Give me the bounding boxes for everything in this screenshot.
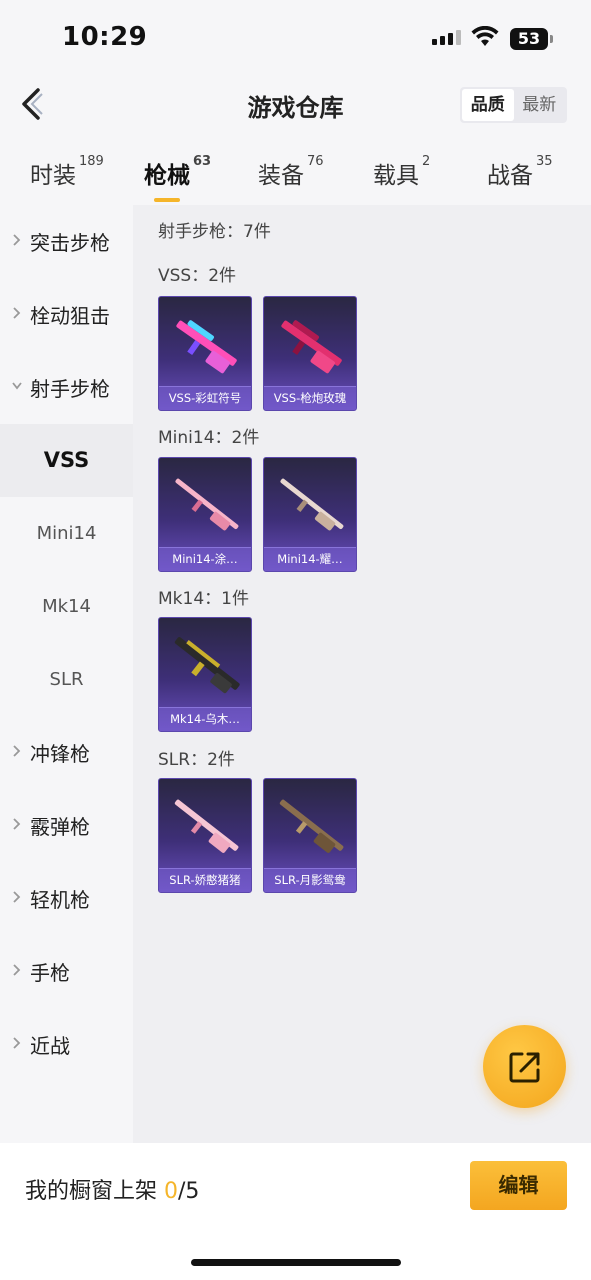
chevron-right-icon (13, 891, 21, 903)
sidebar-item-bolt-sniper[interactable]: 栓动狙击 (0, 278, 133, 351)
edit-button[interactable]: 编辑 (470, 1161, 567, 1210)
status-time: 10:29 (62, 22, 148, 52)
skin-card-mini14-1[interactable]: Mini14-涂… (158, 457, 252, 572)
sort-latest-button[interactable]: 最新 (514, 89, 566, 121)
showcase-bar: 我的橱窗上架 0/5 编辑 (0, 1143, 591, 1280)
category-title: 射手步枪：7件 (158, 222, 271, 242)
sidebar-sub-vss[interactable]: VSS (0, 424, 133, 497)
skin-card-mini14-2[interactable]: Mini14-耀… (263, 457, 357, 572)
chevron-right-icon (13, 818, 21, 830)
rifle-skin-image (175, 478, 239, 531)
status-bar: 10:29 53 (0, 0, 591, 76)
tab-equipment[interactable]: 装备76 (258, 154, 324, 190)
sidebar-sub-mk14[interactable]: Mk14 (0, 570, 133, 643)
chevron-right-icon (13, 745, 21, 757)
rifle-skin-image (174, 637, 240, 694)
sidebar-item-pistol[interactable]: 手枪 (0, 935, 133, 1008)
group-title-slr: SLR：2件 (158, 750, 235, 770)
chevron-right-icon (13, 1037, 21, 1049)
page-header: 游戏仓库 品质 最新 (0, 76, 591, 136)
skin-card-vss-rose[interactable]: VSS-枪炮玫瑰 (263, 296, 357, 411)
chevron-right-icon (13, 234, 21, 246)
chevron-right-icon (13, 964, 21, 976)
tab-supplies[interactable]: 战备35 (487, 154, 553, 190)
chevron-right-icon (13, 307, 21, 319)
sort-quality-button[interactable]: 品质 (462, 89, 514, 121)
sidebar-sub-mini14[interactable]: Mini14 (0, 497, 133, 570)
rifle-skin-image (280, 478, 344, 531)
sidebar-item-lmg[interactable]: 轻机枪 (0, 862, 133, 935)
tab-fashion[interactable]: 时装189 (30, 154, 104, 190)
home-indicator[interactable] (191, 1259, 401, 1266)
group-title-mini14: Mini14：2件 (158, 428, 260, 448)
cellular-signal-icon (432, 30, 461, 45)
sidebar-item-marksman-rifle[interactable]: 射手步枪 (0, 351, 133, 424)
skin-card-mk14[interactable]: Mk14-乌木… (158, 617, 252, 732)
tab-vehicles[interactable]: 载具2 (373, 154, 430, 190)
category-tabs: 时装189 枪械63 装备76 载具2 战备35 (0, 150, 591, 205)
skin-card-slr-moon[interactable]: SLR-月影鸳鸯 (263, 778, 357, 893)
showcase-status: 我的橱窗上架 0/5 (25, 1179, 200, 1204)
rifle-skin-image (176, 320, 237, 374)
sidebar-sub-slr[interactable]: SLR (0, 643, 133, 716)
group-title-mk14: Mk14：1件 (158, 589, 249, 609)
rifle-skin-image (279, 799, 344, 853)
tab-guns[interactable]: 枪械63 (144, 154, 211, 202)
rifle-skin-image (174, 799, 239, 853)
sidebar-item-assault-rifle[interactable]: 突击步枪 (0, 205, 133, 278)
skin-card-slr-piggy[interactable]: SLR-娇憨猪猪 (158, 778, 252, 893)
skin-card-vss-rainbow[interactable]: VSS-彩虹符号 (158, 296, 252, 411)
group-title-vss: VSS：2件 (158, 266, 237, 286)
sidebar: 突击步枪 栓动狙击 射手步枪 VSS Mini14 Mk14 SLR 冲锋枪 霰… (0, 205, 133, 1143)
battery-icon: 53 (510, 28, 553, 50)
share-external-icon (509, 1052, 540, 1083)
tab-active-indicator (154, 198, 180, 202)
share-fab-button[interactable] (483, 1025, 566, 1108)
sidebar-item-shotgun[interactable]: 霰弹枪 (0, 789, 133, 862)
wifi-icon (471, 26, 499, 46)
showcase-count: 0 (164, 1179, 178, 1204)
sidebar-item-smg[interactable]: 冲锋枪 (0, 716, 133, 789)
chevron-down-icon (12, 382, 22, 390)
rifle-skin-image (281, 320, 342, 374)
sidebar-item-melee[interactable]: 近战 (0, 1008, 133, 1081)
weapon-list: 射手步枪：7件 VSS：2件 VSS-彩虹符号 VSS-枪炮玫瑰 Mini14：… (133, 205, 591, 1143)
sort-toggle: 品质 最新 (460, 87, 567, 123)
